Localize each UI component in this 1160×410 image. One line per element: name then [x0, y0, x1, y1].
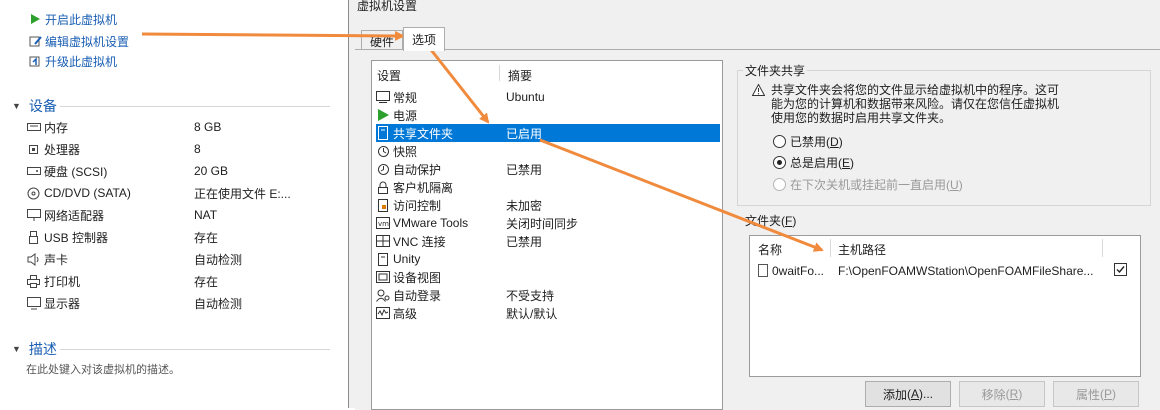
- autologin-icon: [376, 288, 390, 302]
- tab-options[interactable]: 选项: [403, 27, 445, 51]
- collapse-triangle-icon: ▼: [12, 344, 21, 354]
- shared-folder-name: 0waitFo...: [772, 264, 825, 278]
- vmware-tools-icon: vm: [376, 216, 390, 230]
- harddisk-icon: [26, 165, 41, 178]
- section-divider: [60, 106, 330, 107]
- remove-folder-button[interactable]: 移除(R): [959, 381, 1045, 407]
- settings-item-unity[interactable]: Unity: [376, 250, 720, 268]
- folder-sharing-warning: 共享文件夹会将您的文件显示给虚拟机中的程序。这可能为您的计算机和数据带来风险。请…: [771, 83, 1060, 125]
- settings-item-guest-isolation[interactable]: 客户机隔离: [376, 178, 720, 196]
- folders-label: 文件夹(F): [745, 214, 797, 228]
- device-row-printer[interactable]: 打印机 存在: [26, 270, 326, 292]
- svg-text:vm: vm: [378, 220, 389, 228]
- column-divider: [830, 239, 831, 257]
- vnc-icon: [376, 234, 390, 248]
- power-on-vm-link[interactable]: 开启此虚拟机: [28, 10, 117, 28]
- column-divider: [1102, 239, 1103, 257]
- description-placeholder[interactable]: 在此处键入对该虚拟机的描述。: [26, 361, 180, 377]
- settings-item-autologin[interactable]: 自动登录 不受支持: [376, 286, 720, 304]
- play-icon: [28, 12, 42, 26]
- device-row-memory[interactable]: 内存 8 GB: [26, 116, 326, 138]
- radio-circle-icon: [773, 178, 786, 191]
- network-icon: [26, 209, 41, 222]
- device-row-display[interactable]: 显示器 自动检测: [26, 292, 326, 314]
- section-divider: [60, 349, 330, 350]
- memory-icon: [26, 121, 41, 134]
- radio-always-enabled[interactable]: 总是启用(E): [773, 154, 854, 171]
- radio-circle-selected-icon: [773, 156, 786, 169]
- folder-sharing-title: 文件夹共享: [743, 62, 808, 79]
- settings-item-vnc[interactable]: VNC 连接 已禁用: [376, 232, 720, 250]
- enabled-checkbox[interactable]: [1114, 263, 1127, 279]
- vm-summary-panel: 开启此虚拟机 编辑虚拟机设置 升级此虚拟机 ▼ 设备 内存 8 GB 处理器 8…: [0, 0, 348, 408]
- collapse-triangle-icon: ▼: [12, 101, 21, 111]
- cdrom-icon: [26, 187, 41, 200]
- device-row-cpu[interactable]: 处理器 8: [26, 138, 326, 160]
- add-folder-button[interactable]: 添加(A)...: [865, 381, 951, 407]
- column-header-summary[interactable]: 摘要: [508, 67, 532, 84]
- properties-button[interactable]: 属性(P): [1053, 381, 1139, 407]
- shared-folder-row[interactable]: 0waitFo... F:\OpenFOAMWStation\OpenFOAMF…: [750, 261, 1138, 281]
- settings-item-power[interactable]: 电源: [376, 106, 720, 124]
- radio-disabled[interactable]: 已禁用(D): [773, 133, 843, 150]
- upgrade-vm-link[interactable]: 升级此虚拟机: [28, 52, 117, 70]
- power-icon: [376, 108, 390, 122]
- settings-item-snapshots[interactable]: 快照: [376, 142, 720, 160]
- advanced-icon: [376, 306, 390, 320]
- access-control-icon: [376, 198, 390, 212]
- display-icon: [26, 296, 41, 310]
- settings-item-general[interactable]: 常规 Ubuntu: [376, 88, 720, 106]
- general-icon: [376, 90, 390, 104]
- printer-icon: [26, 274, 41, 288]
- column-divider: [499, 65, 500, 81]
- usb-icon: [26, 230, 41, 244]
- settings-item-device-view[interactable]: 设备视图: [376, 268, 720, 286]
- vm-settings-dialog: 虚拟机设置 硬件 选项 设置 摘要 常规 Ubuntu 电源 共享文件夹 已启用…: [348, 0, 1160, 410]
- device-row-sound[interactable]: 声卡 自动检测: [26, 248, 326, 270]
- shared-folders-list[interactable]: 名称 主机路径 0waitFo... F:\OpenFOAMWStation\O…: [749, 235, 1141, 377]
- device-row-usb[interactable]: USB 控制器 存在: [26, 226, 326, 248]
- shared-folder-icon: [376, 126, 390, 140]
- edit-vm-settings-link[interactable]: 编辑虚拟机设置: [28, 32, 129, 50]
- device-row-cdrom[interactable]: CD/DVD (SATA) 正在使用文件 E:...: [26, 182, 326, 204]
- column-header-host-path[interactable]: 主机路径: [838, 241, 886, 258]
- settings-item-advanced[interactable]: 高级 默认/默认: [376, 304, 720, 322]
- lock-icon: [376, 180, 390, 194]
- settings-item-shared-folders[interactable]: 共享文件夹 已启用: [376, 124, 720, 142]
- device-row-harddisk[interactable]: 硬盘 (SCSI) 20 GB: [26, 160, 326, 182]
- snapshot-icon: [376, 144, 390, 158]
- column-header-setting[interactable]: 设置: [377, 67, 401, 84]
- settings-item-vmware-tools[interactable]: vm VMware Tools 关闭时间同步: [376, 214, 720, 232]
- radio-until-power-off[interactable]: 在下次关机或挂起前一直启用(U): [773, 176, 963, 193]
- edit-settings-icon: [28, 34, 42, 48]
- dialog-title: 虚拟机设置: [357, 0, 418, 13]
- unity-icon: [376, 252, 390, 266]
- devices-section-header[interactable]: ▼ 设备: [12, 96, 57, 116]
- column-header-name[interactable]: 名称: [758, 241, 782, 258]
- device-view-icon: [376, 270, 390, 284]
- description-section-header[interactable]: ▼ 描述: [12, 339, 57, 359]
- upgrade-icon: [28, 54, 42, 68]
- tab-hardware[interactable]: 硬件: [361, 30, 403, 51]
- settings-list[interactable]: 设置 摘要 常规 Ubuntu 电源 共享文件夹 已启用 快照 自动保护 已禁用: [371, 60, 723, 410]
- shared-folder-host-path: F:\OpenFOAMWStation\OpenFOAMFileShare...: [838, 264, 1094, 278]
- folder-icon: [758, 264, 768, 280]
- warning-icon: [751, 83, 766, 99]
- sound-icon: [26, 252, 41, 266]
- radio-circle-icon: [773, 135, 786, 148]
- settings-item-access-control[interactable]: 访问控制 未加密: [376, 196, 720, 214]
- autoprotect-icon: [376, 162, 390, 176]
- settings-item-autoprotect[interactable]: 自动保护 已禁用: [376, 160, 720, 178]
- cpu-icon: [26, 143, 41, 156]
- device-row-network[interactable]: 网络适配器 NAT: [26, 204, 326, 226]
